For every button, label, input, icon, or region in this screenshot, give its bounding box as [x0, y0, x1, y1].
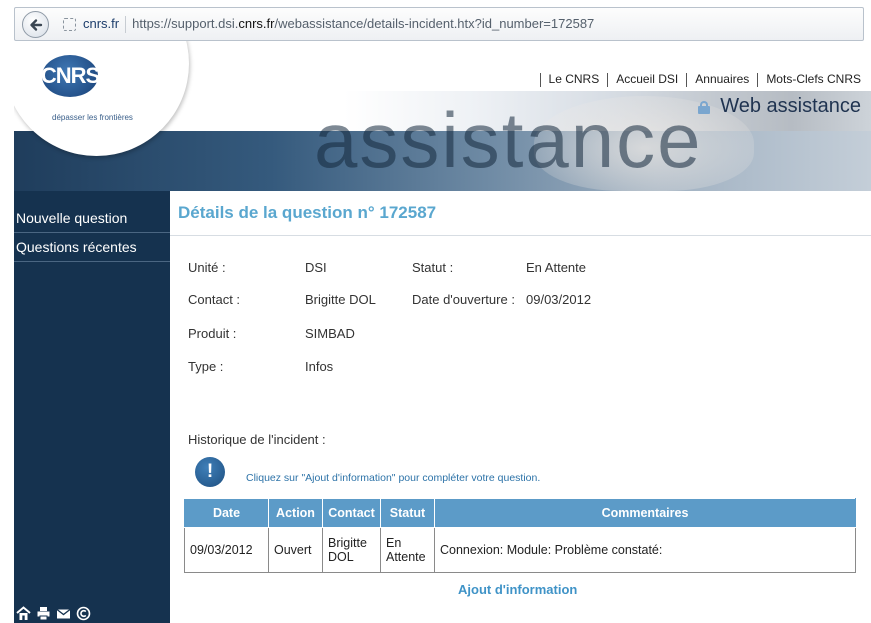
- header-statut: Statut: [380, 498, 435, 528]
- page-icon: [63, 18, 76, 31]
- app-title: Web assistance: [698, 95, 861, 118]
- footer-icons: [16, 606, 91, 621]
- banner-word: assistance: [314, 96, 703, 184]
- top-link-annuaires[interactable]: Annuaires: [686, 73, 757, 87]
- cell-date: 09/03/2012: [184, 527, 269, 573]
- app-title-text: Web assistance: [720, 95, 861, 117]
- top-link-accueil-dsi[interactable]: Accueil DSI: [607, 73, 686, 87]
- sidebar-item-nouvelle-question[interactable]: Nouvelle question: [14, 204, 170, 233]
- lock-icon: [698, 100, 711, 114]
- mail-icon[interactable]: [56, 606, 71, 621]
- sidebar-item-questions-recentes[interactable]: Questions récentes: [14, 233, 170, 262]
- top-link-mots-clefs[interactable]: Mots-Clefs CNRS: [757, 73, 861, 87]
- header-date: Date: [184, 498, 269, 528]
- unite-label: Unité :: [188, 260, 226, 275]
- add-info-link[interactable]: Ajout d'information: [458, 582, 577, 597]
- sidebar: Nouvelle question Questions récentes: [14, 191, 170, 623]
- top-link-le-cnrs[interactable]: Le CNRS: [539, 73, 608, 87]
- copyright-icon[interactable]: [76, 606, 91, 621]
- header-commentaires: Commentaires: [434, 498, 856, 528]
- title-divider: [170, 235, 871, 236]
- produit-value: SIMBAD: [305, 326, 355, 341]
- cell-commentaire: Connexion: Module: Problème constaté:: [434, 527, 856, 573]
- header-contact: Contact: [322, 498, 381, 528]
- cell-statut: En Attente: [380, 527, 435, 573]
- ouverture-label: Date d'ouverture :: [412, 292, 515, 307]
- history-label: Historique de l'incident :: [188, 432, 326, 447]
- cnrs-logo: CNRS: [41, 55, 100, 97]
- ouverture-value: 09/03/2012: [526, 292, 592, 307]
- type-label: Type :: [188, 359, 224, 374]
- cell-action: Ouvert: [268, 527, 323, 573]
- url-suffix: /webassistance/details-incident.htx?id_n…: [274, 16, 595, 31]
- contact-label: Contact :: [188, 292, 241, 307]
- unite-value: DSI: [305, 260, 327, 275]
- cell-contact-line1: Brigitte: [328, 536, 367, 550]
- back-button[interactable]: [22, 11, 49, 38]
- cell-contact-line2: DOL: [328, 550, 354, 564]
- url-text[interactable]: cnrs.fr https://support.dsi.cnrs.fr/webas…: [83, 8, 594, 40]
- site-header: assistance CNRS dépasser les frontières …: [14, 41, 871, 191]
- table-row: 09/03/2012 Ouvert Brigitte DOL En Attente …: [184, 527, 856, 573]
- statut-value: En Attente: [526, 260, 586, 275]
- history-table: Date Action Contact Statut Commentaires …: [184, 498, 856, 573]
- table-header-row: Date Action Contact Statut Commentaires: [184, 498, 856, 528]
- url-bold: cnrs.fr: [238, 16, 275, 31]
- cell-statut-line1: En: [386, 536, 402, 550]
- info-exclamation-icon: !: [195, 457, 225, 487]
- url-domain: cnrs.fr: [83, 16, 120, 31]
- url-separator: [125, 16, 127, 34]
- home-icon[interactable]: [16, 606, 31, 621]
- info-message: Cliquez sur "Ajout d'information" pour c…: [246, 472, 541, 484]
- statut-label: Statut :: [412, 260, 454, 275]
- cell-contact: Brigitte DOL: [322, 527, 381, 573]
- contact-value: Brigitte DOL: [305, 292, 376, 307]
- url-prefix: https://support.dsi.: [132, 16, 239, 31]
- back-arrow-icon: [29, 18, 42, 31]
- header-action: Action: [268, 498, 323, 528]
- print-icon[interactable]: [36, 606, 51, 621]
- browser-window: cnrs.fr https://support.dsi.cnrs.fr/webas…: [0, 0, 871, 623]
- address-bar[interactable]: cnrs.fr https://support.dsi.cnrs.fr/webas…: [14, 7, 864, 41]
- main-content: Détails de la question n° 172587 Unité :…: [170, 191, 871, 623]
- type-value: Infos: [305, 359, 334, 374]
- page-title: Détails de la question n° 172587: [178, 203, 437, 222]
- top-links: Le CNRS Accueil DSI Annuaires Mots-Clefs…: [539, 73, 861, 87]
- produit-label: Produit :: [188, 326, 237, 341]
- logo-disc[interactable]: CNRS dépasser les frontières: [14, 41, 189, 156]
- logo-tagline: dépasser les frontières: [52, 113, 133, 122]
- cell-statut-line2: Attente: [386, 550, 426, 564]
